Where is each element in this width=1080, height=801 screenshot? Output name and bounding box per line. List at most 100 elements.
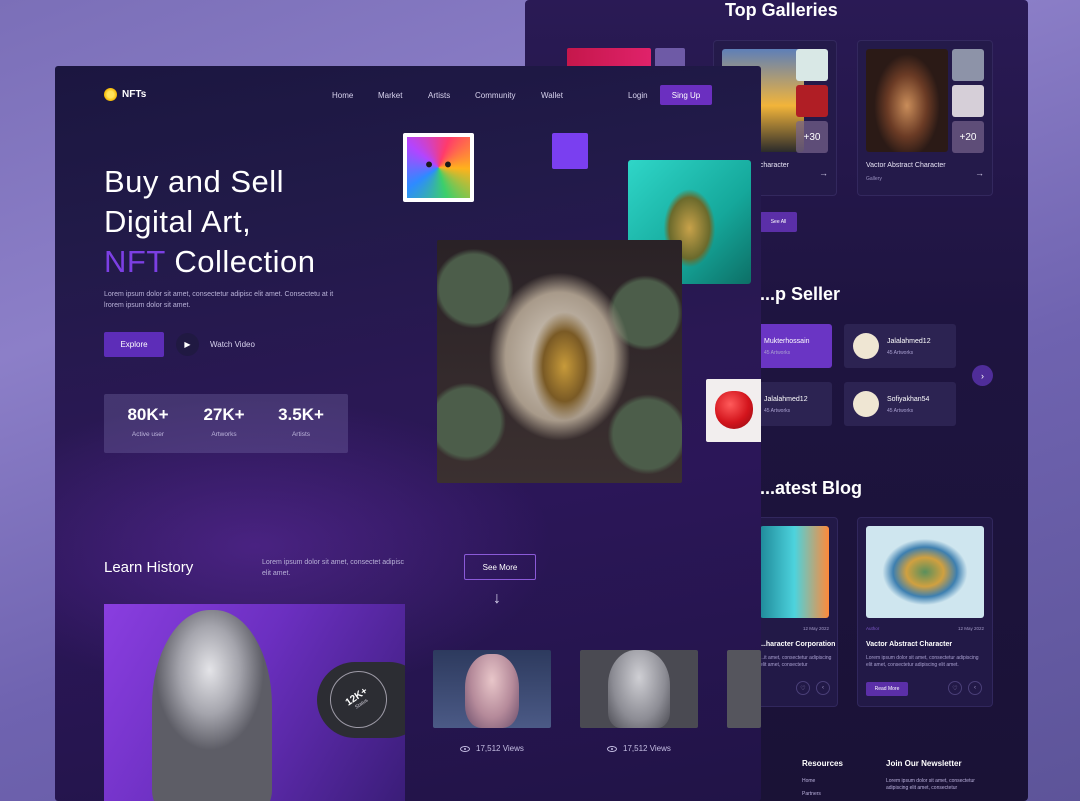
seller-name: Mukterhossain xyxy=(764,338,810,345)
see-all-button[interactable]: See All xyxy=(760,212,797,232)
share-icon[interactable]: ‹ xyxy=(968,681,982,695)
stat-value: 80K+ xyxy=(127,405,169,424)
blog-date: 12 May 2022 xyxy=(957,626,984,631)
avatar xyxy=(853,391,879,417)
cat-artwork xyxy=(403,133,474,202)
stats-panel: 80K+ Active user 27K+ Artworks 3.5K+ Art… xyxy=(104,394,348,453)
artwork-tile[interactable] xyxy=(580,650,698,728)
share-icon[interactable]: ‹ xyxy=(816,681,830,695)
bust-sculpture xyxy=(152,610,272,801)
footer-newsletter-title: Join Our Newsletter xyxy=(886,759,962,768)
gallery-more-thumb[interactable]: +20 xyxy=(952,121,984,153)
blog-image xyxy=(866,526,984,618)
footer-resources-title: Resources xyxy=(802,759,843,768)
seller-meta: 45 Artworks xyxy=(764,350,791,356)
heart-icon[interactable]: ♡ xyxy=(796,681,810,695)
hero-line: NFT Collection xyxy=(104,242,315,282)
seller-card[interactable]: Sofiyakhan54 45 Artworks xyxy=(844,382,956,426)
seller-name: Jalalahmed12 xyxy=(764,396,808,403)
seller-card[interactable]: Mukterhossain 45 Artworks xyxy=(750,324,832,368)
gallery-sub: Gallery xyxy=(866,176,882,182)
hero-title: Buy and Sell Digital Art, NFT Collection xyxy=(104,162,315,282)
logo[interactable]: NFTs xyxy=(104,88,146,101)
stat-label: Active user xyxy=(131,431,165,438)
gallery-thumb xyxy=(952,49,984,81)
footer-link[interactable]: Home xyxy=(802,778,815,784)
seller-meta: 45 Artworks xyxy=(764,408,791,414)
nav-home[interactable]: Home xyxy=(332,91,353,100)
artwork-tile[interactable] xyxy=(433,650,551,728)
nav-community[interactable]: Community xyxy=(475,91,515,100)
seller-meta: 45 Artworks xyxy=(887,350,914,356)
top-seller-title: ...p Seller xyxy=(760,284,841,304)
signup-button[interactable]: Sing Up xyxy=(660,85,712,105)
footer-link[interactable]: Partners xyxy=(802,791,821,797)
seller-card[interactable]: Jalalahmed12 45 Artworks xyxy=(844,324,956,368)
play-icon[interactable]: ▶ xyxy=(176,333,199,356)
hero-line-rest: Collection xyxy=(165,244,316,279)
gallery-more-thumb[interactable]: +30 xyxy=(796,121,828,153)
avatar xyxy=(853,333,879,359)
nav-artists[interactable]: Artists xyxy=(428,91,450,100)
top-galleries-title: Top Galleries xyxy=(725,0,838,20)
blog-card[interactable]: 12 May 2022 ...haracter Corporation ...i… xyxy=(750,517,838,707)
views-text: 17,512 Views xyxy=(623,744,671,753)
decorative-square xyxy=(552,133,588,169)
nav-wallet[interactable]: Wallet xyxy=(541,91,563,100)
blog-desc: ...it amet, consectetur adipiscing elit … xyxy=(760,655,832,668)
blog-title[interactable]: Vactor Abstract Character xyxy=(866,641,952,648)
watch-video-link[interactable]: Watch Video xyxy=(210,340,255,349)
blog-date: 12 May 2022 xyxy=(802,626,829,631)
stat-item: 3.5K+ Artists xyxy=(266,405,336,438)
logo-text: NFTs xyxy=(122,89,147,100)
see-more-button[interactable]: See More xyxy=(464,554,536,580)
seller-name: Sofiyakhan54 xyxy=(887,396,930,403)
gallery-thumb xyxy=(796,49,828,81)
blog-card[interactable]: Author 12 May 2022 Vactor Abstract Chara… xyxy=(857,517,993,707)
blog-image xyxy=(760,526,829,618)
gallery-thumb xyxy=(952,85,984,117)
stat-item: 80K+ Active user xyxy=(113,405,183,438)
views-counter: 17,512 Views xyxy=(460,744,524,753)
sun-logo-icon xyxy=(104,88,117,101)
stat-label: Artworks xyxy=(211,431,237,438)
hero-description: Lorem ipsum dolor sit amet, consectetur … xyxy=(104,291,334,309)
seller-card[interactable]: Jalalahmed12 45 Artworks xyxy=(750,382,832,426)
learn-history-title: Learn History xyxy=(104,559,194,576)
hero-line: Buy and Sell xyxy=(104,164,285,199)
blog-title[interactable]: ...haracter Corporation xyxy=(760,641,835,648)
explore-button[interactable]: Explore xyxy=(104,332,164,357)
stat-label: Artists xyxy=(291,431,311,438)
artwork-tile[interactable] xyxy=(727,650,761,728)
chevron-right-icon[interactable]: › xyxy=(972,365,993,386)
gallery-thumb xyxy=(796,85,828,117)
arrow-down-icon: ↓ xyxy=(493,590,501,607)
nav-market[interactable]: Market xyxy=(378,91,402,100)
stat-value: 27K+ xyxy=(203,405,245,424)
stat-value: 3.5K+ xyxy=(278,405,324,424)
bust-artwork-card: 12K+ Status xyxy=(104,604,405,801)
featured-artwork xyxy=(437,240,682,483)
seller-name: Jalalahmed12 xyxy=(887,338,931,345)
footer-newsletter-desc: Lorem ipsum dolor sit amet, consectetur … xyxy=(886,778,975,791)
hero-line: Digital Art, xyxy=(104,204,252,239)
heart-artwork xyxy=(706,379,761,442)
tile-image xyxy=(465,654,519,728)
login-link[interactable]: Login xyxy=(628,91,648,100)
read-more-button[interactable]: Read More xyxy=(866,682,908,696)
seller-meta: 45 Artworks xyxy=(887,408,914,414)
learn-history-desc: Lorem ipsum dolor sit amet, consectet ad… xyxy=(262,559,405,577)
hero-accent: NFT xyxy=(104,244,166,279)
blog-author: Author xyxy=(866,626,880,631)
views-counter: 17,512 Views xyxy=(607,744,671,753)
arrow-right-icon[interactable]: → xyxy=(819,168,828,178)
cat-image xyxy=(407,137,470,198)
eye-icon xyxy=(460,745,470,752)
views-text: 17,512 Views xyxy=(476,744,524,753)
stat-item: 27K+ Artworks xyxy=(189,405,259,438)
latest-blog-title: ...atest Blog xyxy=(760,478,863,498)
arrow-right-icon[interactable]: → xyxy=(975,168,984,178)
gallery-card[interactable]: +20 Vactor Abstract Character Gallery → xyxy=(857,40,993,196)
gallery-caption: Vactor Abstract Character xyxy=(866,162,946,169)
heart-icon[interactable]: ♡ xyxy=(948,681,962,695)
